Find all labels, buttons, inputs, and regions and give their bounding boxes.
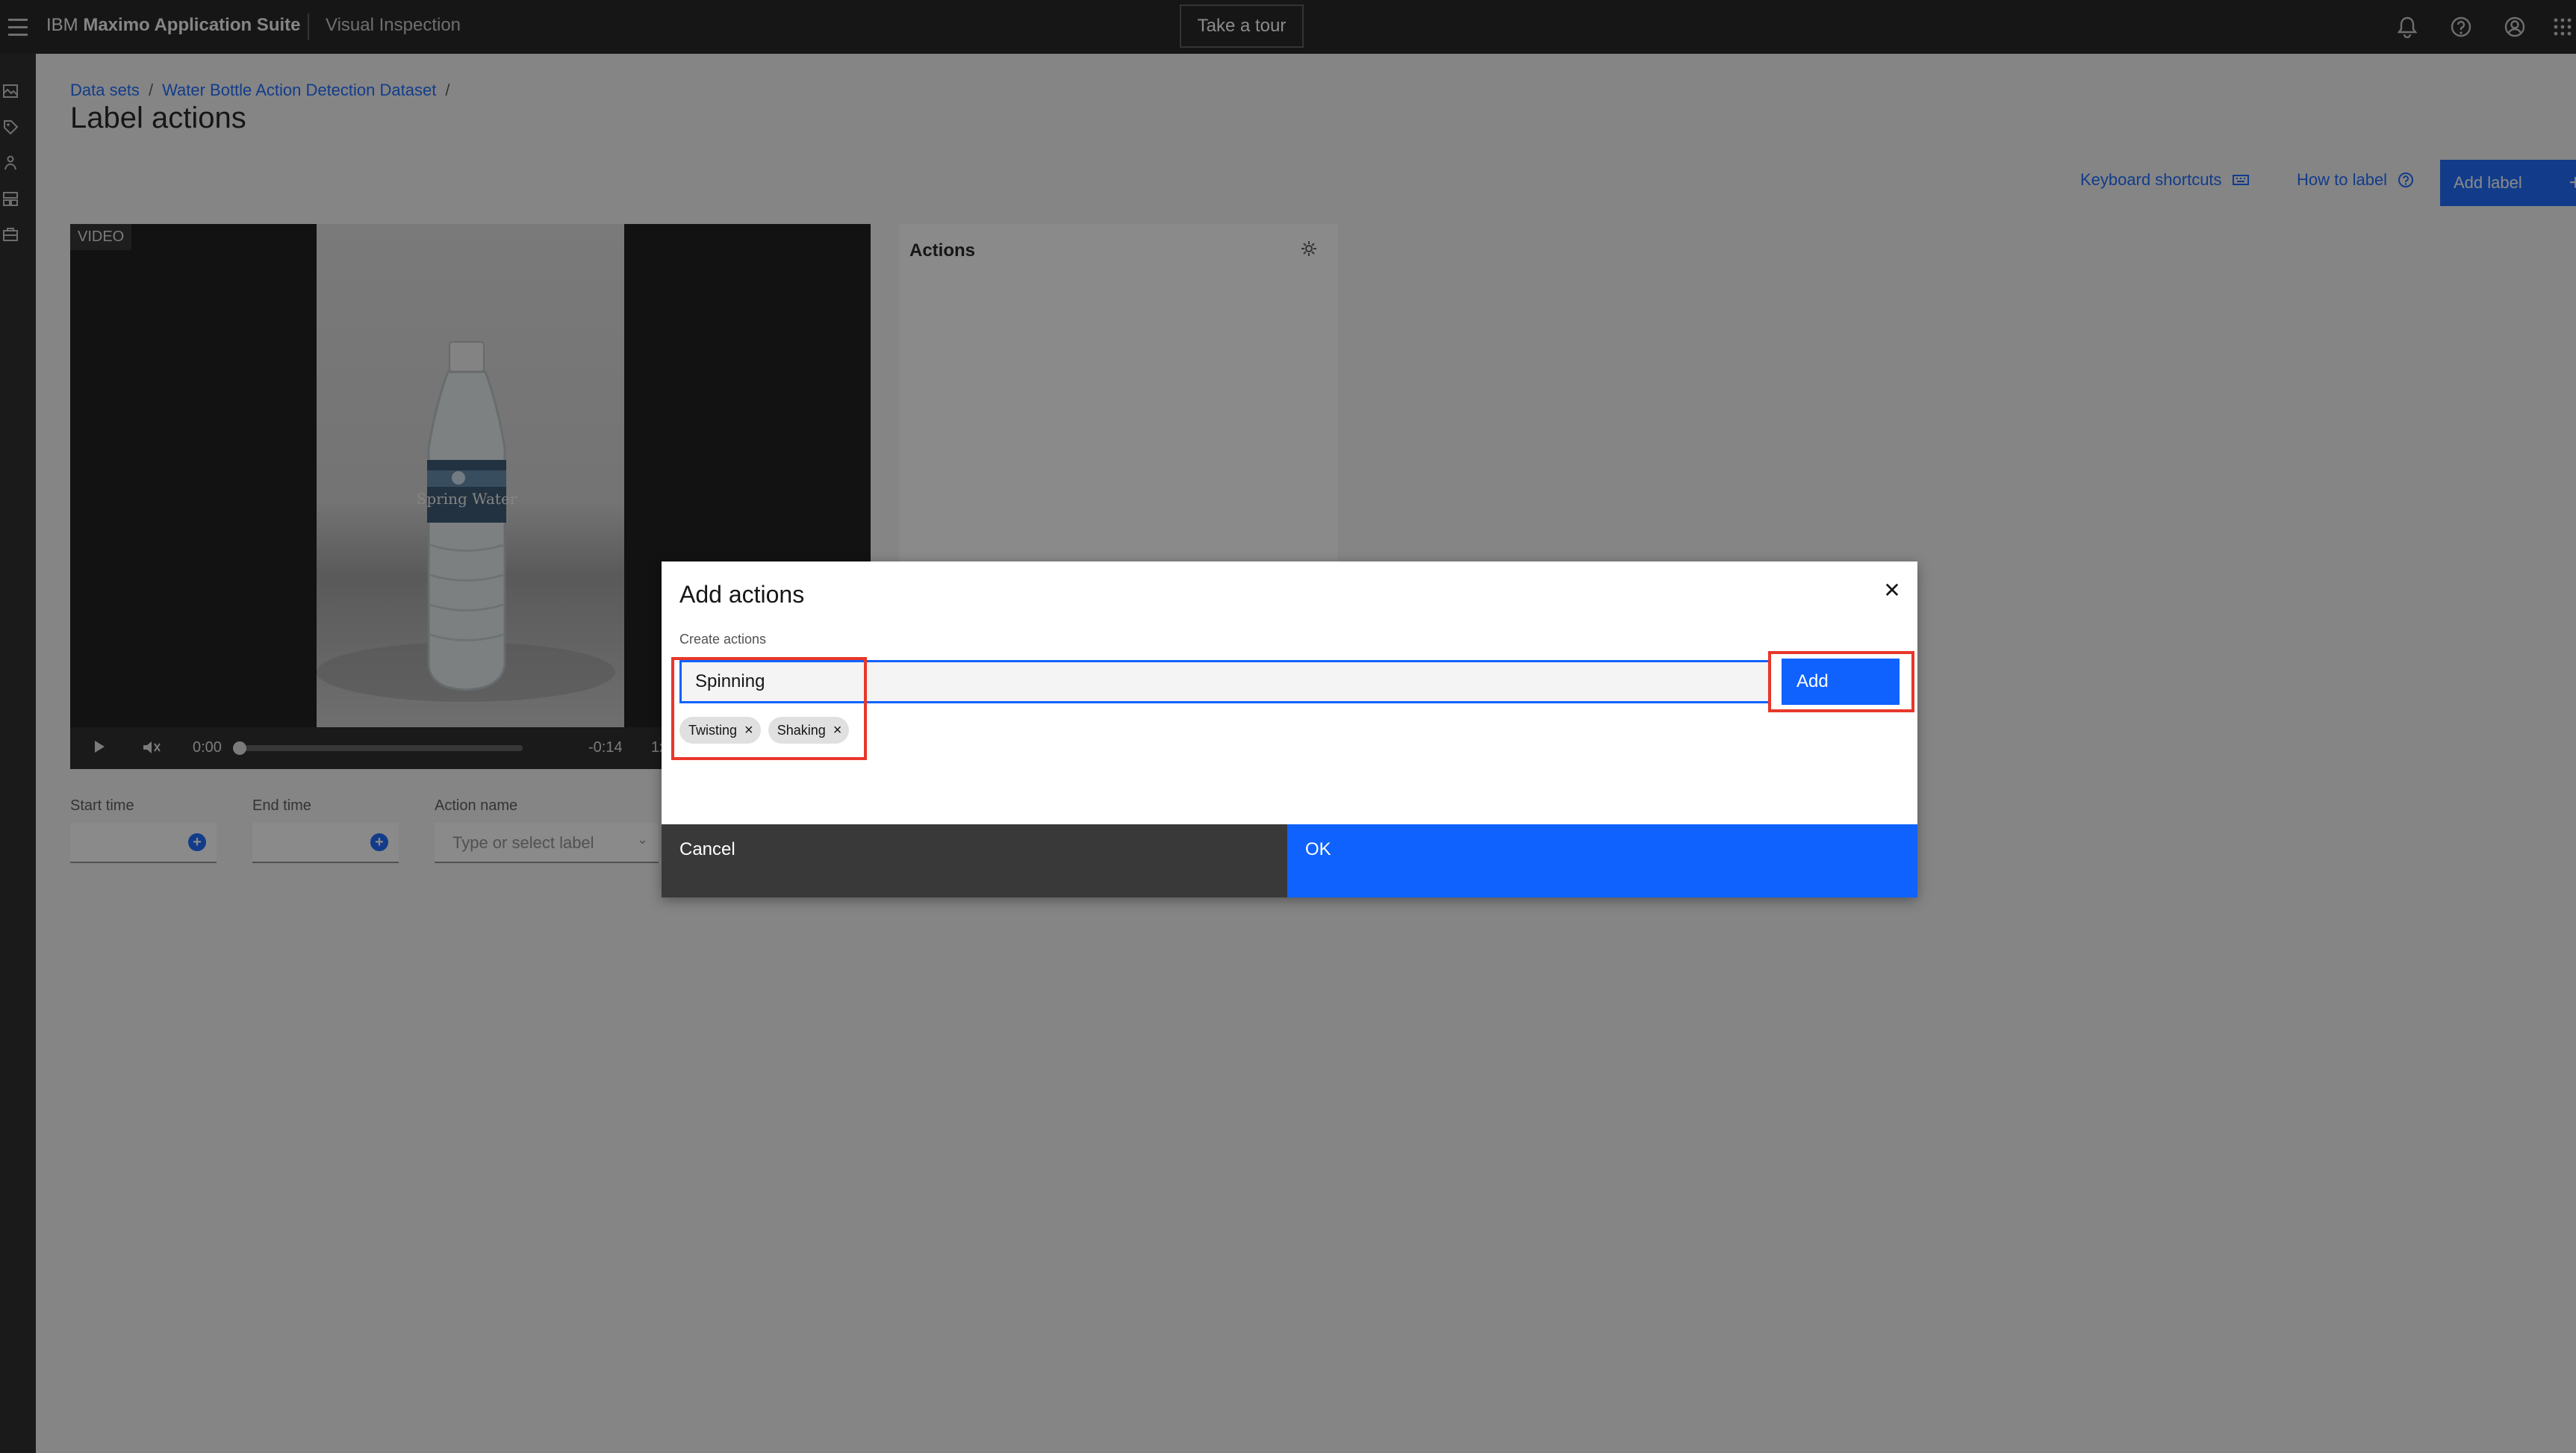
modal-title: Add actions (679, 581, 805, 608)
action-tags: Twisting × Shaking × (679, 717, 850, 744)
add-actions-modal: Add actions ✕ Create actions Add Twistin… (662, 561, 1917, 897)
modal-footer: Cancel OK (662, 824, 1917, 897)
ok-button[interactable]: OK (1287, 824, 1917, 897)
create-actions-input[interactable] (679, 660, 1771, 703)
close-icon[interactable]: ✕ (1877, 575, 1907, 605)
remove-tag-icon[interactable]: × (744, 723, 753, 738)
action-tag-label: Shaking (777, 722, 826, 738)
remove-tag-icon[interactable]: × (833, 723, 842, 738)
action-tag: Shaking × (768, 717, 850, 744)
add-action-button[interactable]: Add (1782, 659, 1900, 705)
create-actions-label: Create actions (679, 632, 767, 647)
action-tag-label: Twisting (688, 722, 738, 738)
action-tag: Twisting × (679, 717, 761, 744)
cancel-button[interactable]: Cancel (662, 824, 1287, 897)
